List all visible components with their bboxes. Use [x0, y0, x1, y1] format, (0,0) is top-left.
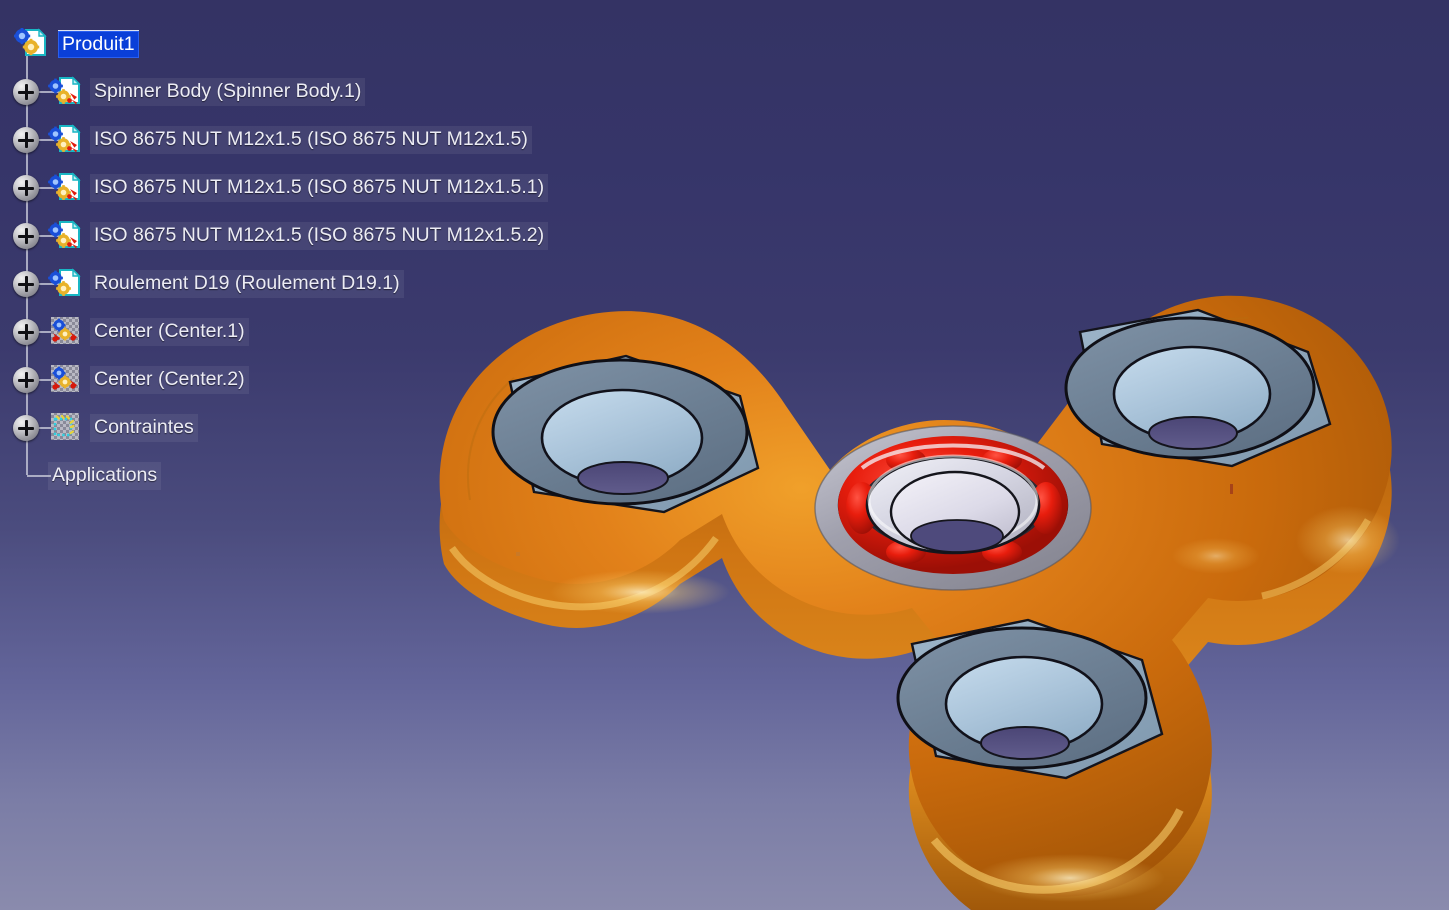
constraints-icon: [48, 412, 82, 442]
tree-label-4[interactable]: Roulement D19 (Roulement D19.1): [90, 270, 404, 298]
deactivated-component-icon: [48, 364, 82, 394]
tree-row-5[interactable]: Center (Center.1): [0, 314, 249, 350]
render-artifact-mark: [516, 552, 520, 556]
tree-label-8[interactable]: Applications: [48, 462, 162, 490]
expand-node-button[interactable]: [13, 319, 39, 345]
tree-label-7[interactable]: Contraintes: [90, 414, 198, 442]
tree-label-1[interactable]: ISO 8675 NUT M12x1.5 (ISO 8675 NUT M12x1…: [90, 126, 532, 154]
specification-tree[interactable]: Produit1 Spinner Body (Spinner Body.1) IS…: [0, 0, 620, 505]
part-document-icon: [48, 124, 82, 154]
part-document-icon: [48, 220, 82, 250]
tree-label-6[interactable]: Center (Center.2): [90, 366, 249, 394]
tree-row-4[interactable]: Roulement D19 (Roulement D19.1): [0, 266, 404, 302]
tree-connector-line: [27, 475, 51, 477]
tree-row-6[interactable]: Center (Center.2): [0, 362, 249, 398]
tree-row-8[interactable]: Applications: [0, 458, 162, 494]
tree-row-2[interactable]: ISO 8675 NUT M12x1.5 (ISO 8675 NUT M12x1…: [0, 170, 549, 206]
tree-label-2[interactable]: ISO 8675 NUT M12x1.5 (ISO 8675 NUT M12x1…: [90, 174, 549, 202]
expand-node-button[interactable]: [13, 223, 39, 249]
expand-node-button[interactable]: [13, 415, 39, 441]
tree-label-5[interactable]: Center (Center.1): [90, 318, 249, 346]
expand-node-button[interactable]: [13, 367, 39, 393]
render-artifact-mark: [1230, 484, 1233, 494]
deactivated-component-icon: [48, 316, 82, 346]
tree-row-7[interactable]: Contraintes: [0, 410, 198, 446]
tree-row-root[interactable]: Produit1: [0, 26, 139, 62]
tree-label-root[interactable]: Produit1: [58, 29, 139, 59]
expand-node-button[interactable]: [13, 79, 39, 105]
expand-node-button[interactable]: [13, 175, 39, 201]
center-bearing-3d[interactable]: [814, 425, 1092, 591]
part-document-icon: [48, 172, 82, 202]
product-document-icon: [14, 28, 48, 58]
cad-application-window: Produit1 Spinner Body (Spinner Body.1) IS…: [0, 0, 1449, 910]
tree-row-1[interactable]: ISO 8675 NUT M12x1.5 (ISO 8675 NUT M12x1…: [0, 122, 532, 158]
expand-node-button[interactable]: [13, 271, 39, 297]
tree-label-3[interactable]: ISO 8675 NUT M12x1.5 (ISO 8675 NUT M12x1…: [90, 222, 549, 250]
part-document-icon: [48, 76, 82, 106]
tree-row-3[interactable]: ISO 8675 NUT M12x1.5 (ISO 8675 NUT M12x1…: [0, 218, 549, 254]
tree-row-0[interactable]: Spinner Body (Spinner Body.1): [0, 74, 366, 110]
expand-node-button[interactable]: [13, 127, 39, 153]
tree-label-0[interactable]: Spinner Body (Spinner Body.1): [90, 78, 366, 106]
product-sub-document-icon: [48, 268, 82, 298]
